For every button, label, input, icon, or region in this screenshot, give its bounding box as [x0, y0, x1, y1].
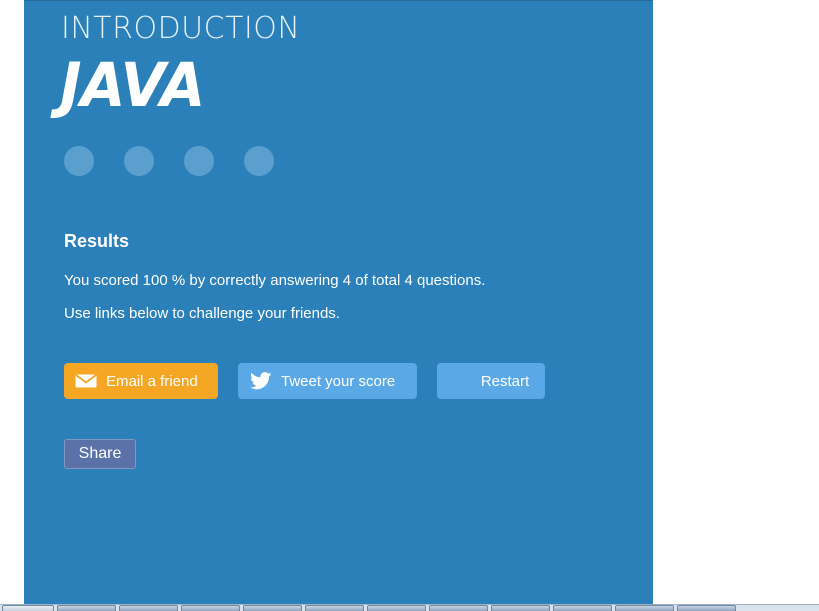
taskbar-item[interactable] [119, 605, 178, 611]
challenge-text: Use links below to challenge your friend… [64, 305, 340, 322]
taskbar [0, 604, 819, 611]
taskbar-item[interactable] [677, 605, 736, 611]
intro-heading: INTRODUCTION [61, 11, 301, 46]
restart-label: Restart [480, 372, 530, 390]
results-heading: Results [64, 231, 130, 251]
tweet-score-button[interactable]: Tweet your score [238, 363, 417, 399]
email-friend-button[interactable]: Email a friend [64, 363, 218, 399]
score-text: You scored 100 % by correctly answering … [64, 272, 486, 289]
share-button[interactable]: Share [64, 439, 136, 469]
taskbar-item[interactable] [429, 605, 488, 611]
page-title: JAVA [60, 49, 205, 121]
envelope-icon [75, 374, 97, 388]
progress-dot-4 [244, 146, 274, 176]
taskbar-item[interactable] [243, 605, 302, 611]
progress-dot-1 [64, 146, 94, 176]
taskbar-item[interactable] [181, 605, 240, 611]
progress-dots [64, 146, 274, 176]
tweet-score-label: Tweet your score [281, 372, 396, 390]
progress-dot-2 [124, 146, 154, 176]
share-label: Share [78, 445, 122, 462]
email-friend-label: Email a friend [106, 372, 198, 390]
taskbar-item[interactable] [305, 605, 364, 611]
taskbar-item[interactable] [491, 605, 550, 611]
taskbar-item[interactable] [553, 605, 612, 611]
left-margin [0, 0, 24, 604]
restart-button[interactable]: Restart [437, 363, 545, 399]
taskbar-item[interactable] [2, 605, 54, 611]
taskbar-item[interactable] [57, 605, 116, 611]
quiz-panel: INTRODUCTION JAVA Results You scored 100… [24, 0, 653, 604]
twitter-bird-icon [250, 372, 272, 390]
progress-dot-3 [184, 146, 214, 176]
taskbar-item[interactable] [367, 605, 426, 611]
taskbar-item[interactable] [615, 605, 674, 611]
